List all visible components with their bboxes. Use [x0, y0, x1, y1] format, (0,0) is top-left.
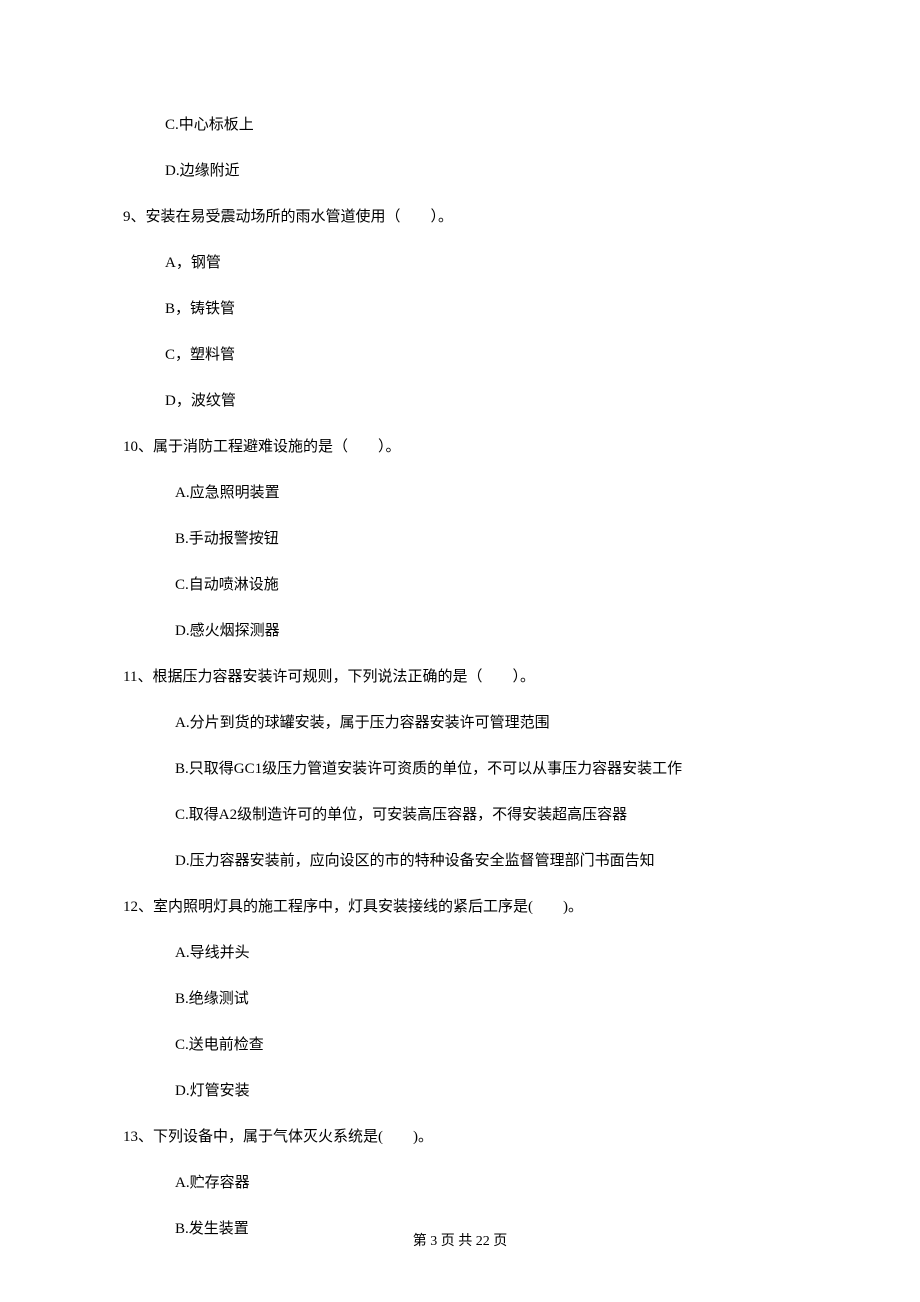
q12-option-d: D.灯管安装: [123, 1081, 797, 1102]
q8-option-c: C.中心标板上: [123, 115, 797, 136]
q12-stem: 12、室内照明灯具的施工程序中，灯具安装接线的紧后工序是( )。: [123, 897, 797, 918]
page-footer: 第 3 页 共 22 页: [0, 1230, 920, 1250]
q10-option-c: C.自动喷淋设施: [123, 575, 797, 596]
q9-option-a: A，钢管: [123, 253, 797, 274]
q13-option-a: A.贮存容器: [123, 1173, 797, 1194]
q11-option-b: B.只取得GC1级压力管道安装许可资质的单位，不可以从事压力容器安装工作: [123, 759, 797, 780]
q11-option-d: D.压力容器安装前，应向设区的市的特种设备安全监督管理部门书面告知: [123, 851, 797, 872]
q8-option-d: D.边缘附近: [123, 161, 797, 182]
q9-option-d: D，波纹管: [123, 391, 797, 412]
q9-stem: 9、安装在易受震动场所的雨水管道使用（ ）。: [123, 207, 797, 228]
q10-option-a: A.应急照明装置: [123, 483, 797, 504]
document-content: C.中心标板上 D.边缘附近 9、安装在易受震动场所的雨水管道使用（ ）。 A，…: [0, 0, 920, 1240]
q12-option-c: C.送电前检查: [123, 1035, 797, 1056]
q12-option-b: B.绝缘测试: [123, 989, 797, 1010]
q11-stem: 11、根据压力容器安装许可规则，下列说法正确的是（ ）。: [123, 667, 797, 688]
q10-option-b: B.手动报警按钮: [123, 529, 797, 550]
q12-option-a: A.导线并头: [123, 943, 797, 964]
q13-stem: 13、下列设备中，属于气体灭火系统是( )。: [123, 1127, 797, 1148]
q11-option-c: C.取得A2级制造许可的单位，可安装高压容器，不得安装超高压容器: [123, 805, 797, 826]
q9-option-c: C，塑料管: [123, 345, 797, 366]
q9-option-b: B，铸铁管: [123, 299, 797, 320]
q10-option-d: D.感火烟探测器: [123, 621, 797, 642]
q10-stem: 10、属于消防工程避难设施的是（ ）。: [123, 437, 797, 458]
q11-option-a: A.分片到货的球罐安装，属于压力容器安装许可管理范围: [123, 713, 797, 734]
